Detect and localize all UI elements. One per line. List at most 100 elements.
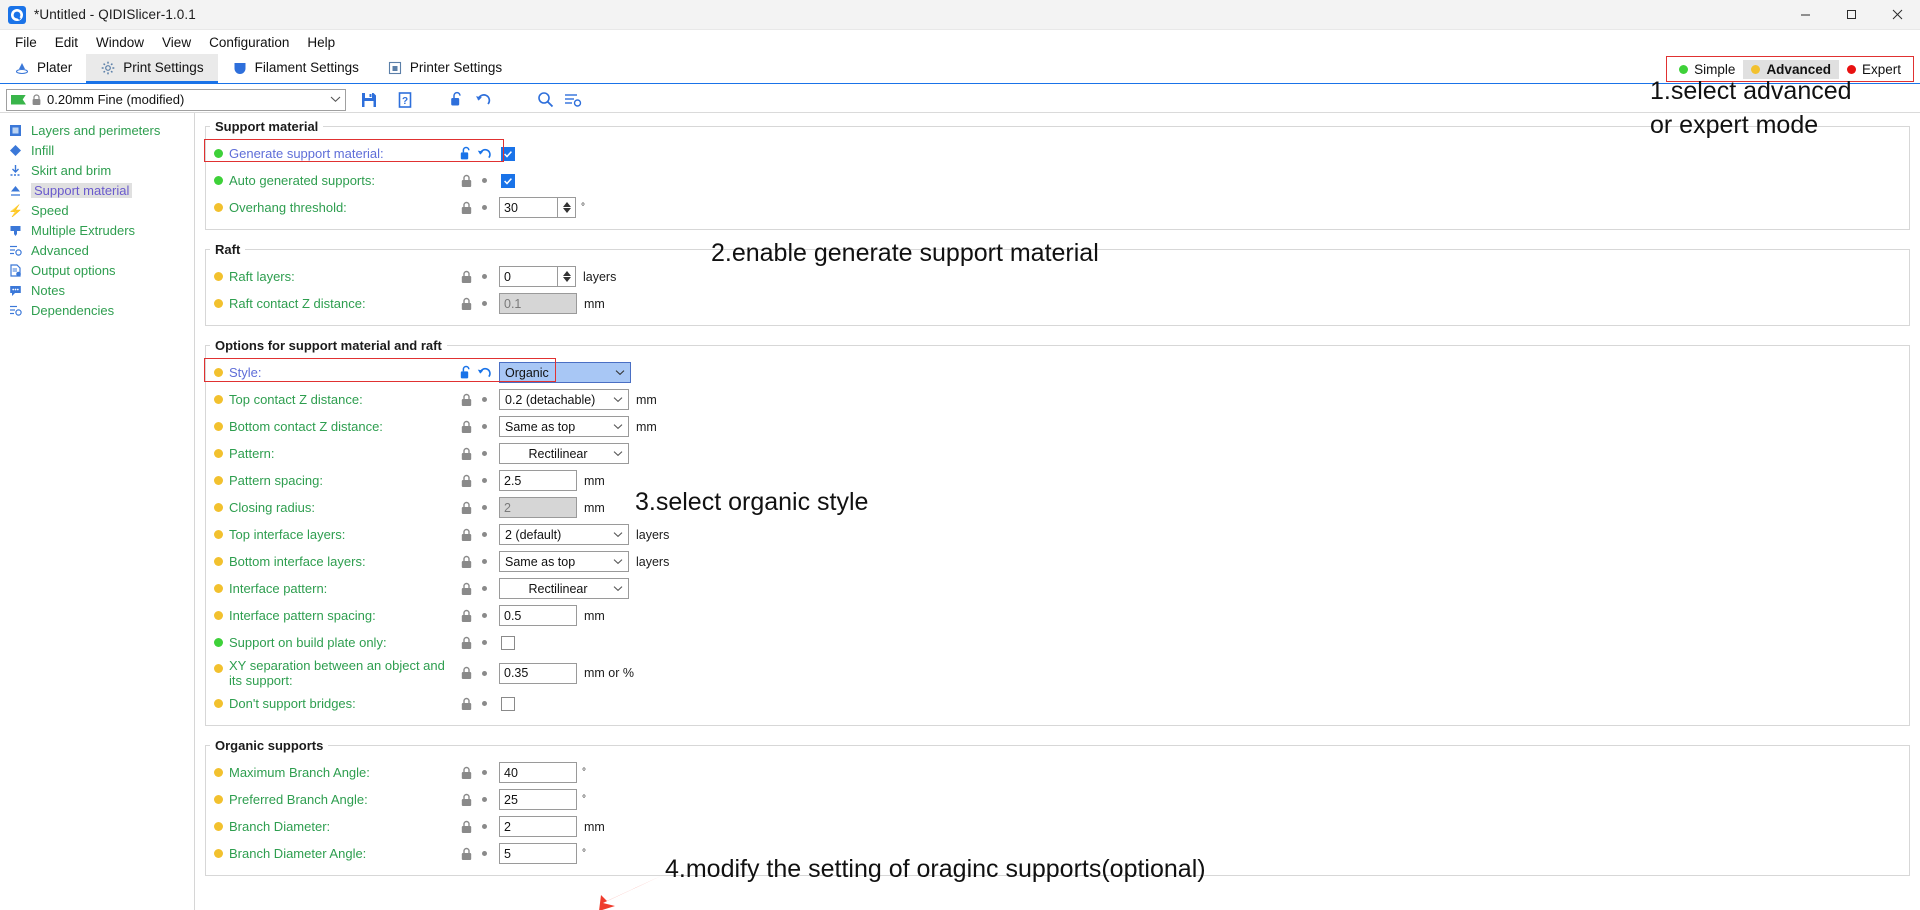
tab-print-settings[interactable]: Print Settings — [86, 54, 217, 83]
overhang-threshold-input[interactable]: 30 — [499, 197, 557, 218]
sidebar-item-advanced[interactable]: Advanced — [0, 240, 194, 260]
revert-arrow-icon[interactable] — [475, 365, 493, 380]
lock-closed-icon[interactable] — [457, 174, 475, 188]
raft-layers-stepper[interactable] — [557, 266, 576, 287]
bottom-interface-layers-dropdown[interactable]: Same as top — [499, 551, 629, 572]
sidebar-item-layers-and-perimeters[interactable]: Layers and perimeters — [0, 120, 194, 140]
pattern-spacing-input[interactable]: 2.5 — [499, 470, 577, 491]
auto-generated-supports-checkbox[interactable] — [501, 174, 515, 188]
revert-dot-icon[interactable] — [475, 770, 493, 775]
dont-support-bridges-checkbox[interactable] — [501, 697, 515, 711]
sidebar-item-output-options[interactable]: Output options — [0, 260, 194, 280]
lock-closed-icon[interactable] — [457, 582, 475, 596]
minimize-icon[interactable] — [1782, 0, 1828, 30]
lock-closed-icon[interactable] — [457, 501, 475, 515]
sidebar-item-support-material[interactable]: Support material — [0, 180, 194, 200]
revert-dot-icon[interactable] — [475, 851, 493, 856]
revert-dot-icon[interactable] — [475, 478, 493, 483]
menu-help[interactable]: Help — [298, 33, 344, 52]
compare-presets-icon[interactable] — [560, 88, 586, 112]
revert-arrow-icon[interactable] — [475, 146, 493, 161]
preferred-branch-angle-input[interactable]: 25 — [499, 789, 577, 810]
sidebar-item-speed[interactable]: ⚡ Speed — [0, 200, 194, 220]
xy-separation-input[interactable]: 0.35 — [499, 663, 577, 684]
lock-closed-icon[interactable] — [457, 609, 475, 623]
lock-closed-icon[interactable] — [457, 528, 475, 542]
sidebar-item-infill[interactable]: Infill — [0, 140, 194, 160]
revert-dot-icon[interactable] — [475, 424, 493, 429]
chevron-down-icon[interactable] — [611, 396, 625, 403]
menu-file[interactable]: File — [6, 33, 46, 52]
revert-dot-icon[interactable] — [475, 301, 493, 306]
lock-open-icon[interactable] — [444, 88, 470, 112]
menu-edit[interactable]: Edit — [46, 33, 87, 52]
revert-dot-icon[interactable] — [475, 505, 493, 510]
lock-closed-icon[interactable] — [457, 393, 475, 407]
chevron-down-icon[interactable] — [330, 94, 341, 106]
branch-diameter-angle-input[interactable]: 5 — [499, 843, 577, 864]
top-contact-z-distance-dropdown[interactable]: 0.2 (detachable) — [499, 389, 629, 410]
lock-closed-icon[interactable] — [457, 697, 475, 711]
chevron-down-icon[interactable] — [613, 369, 627, 376]
revert-dot-icon[interactable] — [475, 701, 493, 706]
raft-layers-input[interactable]: 0 — [499, 266, 557, 287]
bottom-contact-z-distance-dropdown[interactable]: Same as top — [499, 416, 629, 437]
style-dropdown[interactable]: Organic — [499, 362, 631, 383]
tab-printer-settings[interactable]: Printer Settings — [373, 54, 516, 83]
lock-open-icon[interactable] — [457, 146, 475, 161]
branch-diameter-input[interactable]: 2 — [499, 816, 577, 837]
revert-dot-icon[interactable] — [475, 274, 493, 279]
sidebar-item-dependencies[interactable]: Dependencies — [0, 300, 194, 320]
menu-window[interactable]: Window — [87, 33, 153, 52]
lock-closed-icon[interactable] — [457, 766, 475, 780]
lock-closed-icon[interactable] — [457, 420, 475, 434]
chevron-down-icon[interactable] — [611, 531, 625, 538]
tab-filament-settings[interactable]: Filament Settings — [218, 54, 373, 83]
detach-preset-icon[interactable]: ? — [392, 88, 418, 112]
revert-dot-icon[interactable] — [475, 205, 493, 210]
lock-closed-icon[interactable] — [457, 847, 475, 861]
revert-dot-icon[interactable] — [475, 586, 493, 591]
lock-closed-icon[interactable] — [457, 820, 475, 834]
revert-dot-icon[interactable] — [475, 640, 493, 645]
lock-closed-icon[interactable] — [457, 270, 475, 284]
lock-closed-icon[interactable] — [457, 666, 475, 680]
revert-dot-icon[interactable] — [475, 451, 493, 456]
revert-dot-icon[interactable] — [475, 824, 493, 829]
lock-closed-icon[interactable] — [457, 474, 475, 488]
revert-dot-icon[interactable] — [475, 613, 493, 618]
sidebar-item-skirt-and-brim[interactable]: Skirt and brim — [0, 160, 194, 180]
interface-pattern-dropdown[interactable]: Rectilinear — [499, 578, 629, 599]
preset-dropdown[interactable]: 0.20mm Fine (modified) — [6, 89, 346, 111]
save-preset-icon[interactable] — [356, 88, 382, 112]
chevron-down-icon[interactable] — [611, 558, 625, 565]
revert-dot-icon[interactable] — [475, 671, 493, 676]
chevron-down-icon[interactable] — [611, 423, 625, 430]
top-interface-layers-dropdown[interactable]: 2 (default) — [499, 524, 629, 545]
overhang-threshold-stepper[interactable] — [557, 197, 576, 218]
support-on-build-plate-only-checkbox[interactable] — [501, 636, 515, 650]
menu-view[interactable]: View — [153, 33, 200, 52]
revert-arrow-icon[interactable] — [470, 88, 496, 112]
lock-closed-icon[interactable] — [457, 636, 475, 650]
maximize-icon[interactable] — [1828, 0, 1874, 30]
sidebar-item-multiple-extruders[interactable]: Multiple Extruders — [0, 220, 194, 240]
sidebar-item-notes[interactable]: Notes — [0, 280, 194, 300]
revert-dot-icon[interactable] — [475, 397, 493, 402]
lock-closed-icon[interactable] — [457, 201, 475, 215]
search-icon[interactable] — [532, 88, 558, 112]
revert-dot-icon[interactable] — [475, 559, 493, 564]
revert-dot-icon[interactable] — [475, 797, 493, 802]
close-icon[interactable] — [1874, 0, 1920, 30]
generate-support-material-checkbox[interactable] — [501, 147, 515, 161]
lock-closed-icon[interactable] — [457, 297, 475, 311]
interface-pattern-spacing-input[interactable]: 0.5 — [499, 605, 577, 626]
lock-closed-icon[interactable] — [457, 793, 475, 807]
maximum-branch-angle-input[interactable]: 40 — [499, 762, 577, 783]
tab-plater[interactable]: Plater — [0, 54, 86, 83]
menu-configuration[interactable]: Configuration — [200, 33, 298, 52]
pattern-dropdown[interactable]: Rectilinear — [499, 443, 629, 464]
chevron-down-icon[interactable] — [611, 585, 625, 592]
lock-closed-icon[interactable] — [457, 447, 475, 461]
revert-dot-icon[interactable] — [475, 532, 493, 537]
